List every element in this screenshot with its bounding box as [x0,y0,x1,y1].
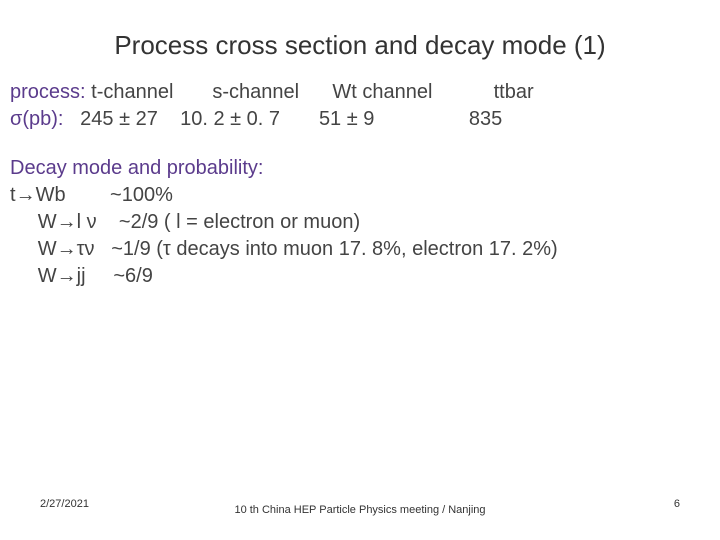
slide-title: Process cross section and decay mode (1) [0,0,720,79]
sigma-val-2: 10. 2 ± 0. 7 [180,108,280,130]
decay-header: Decay mode and probability: [10,155,710,182]
process-label: process: [10,81,86,103]
process-col-1: t-channel [91,81,173,103]
sigma-label: σ(pb): [10,108,63,130]
arrow-icon: → [16,184,36,206]
footer-page-number: 6 [674,498,680,510]
sigma-val-4: 835 [469,108,502,130]
sigma-row: σ(pb): 245 ± 27 10. 2 ± 0. 7 51 ± 9 835 [10,106,710,133]
process-col-2: s-channel [212,81,299,103]
process-col-3: Wt channel [332,81,432,103]
decay-line-2: W→l ν ~2/9 ( l = electron or muon) [10,209,710,236]
decay-line-1: t→Wb ~100% [10,182,710,209]
process-col-4: ttbar [494,81,534,103]
decay-wb: Wb ~100% [36,184,173,206]
decay-line-3: W→τν ~1/9 (τ decays into muon 17. 8%, el… [10,236,710,263]
decay-line-4: W→jj ~6/9 [10,263,710,290]
slide-body: process: t-channel s-channel Wt channel … [0,79,720,290]
sigma-val-3: 51 ± 9 [319,108,374,130]
process-row: process: t-channel s-channel Wt channel … [10,79,710,106]
footer-center: 10 th China HEP Particle Physics meeting… [0,504,720,516]
sigma-val-1: 245 ± 27 [80,108,158,130]
